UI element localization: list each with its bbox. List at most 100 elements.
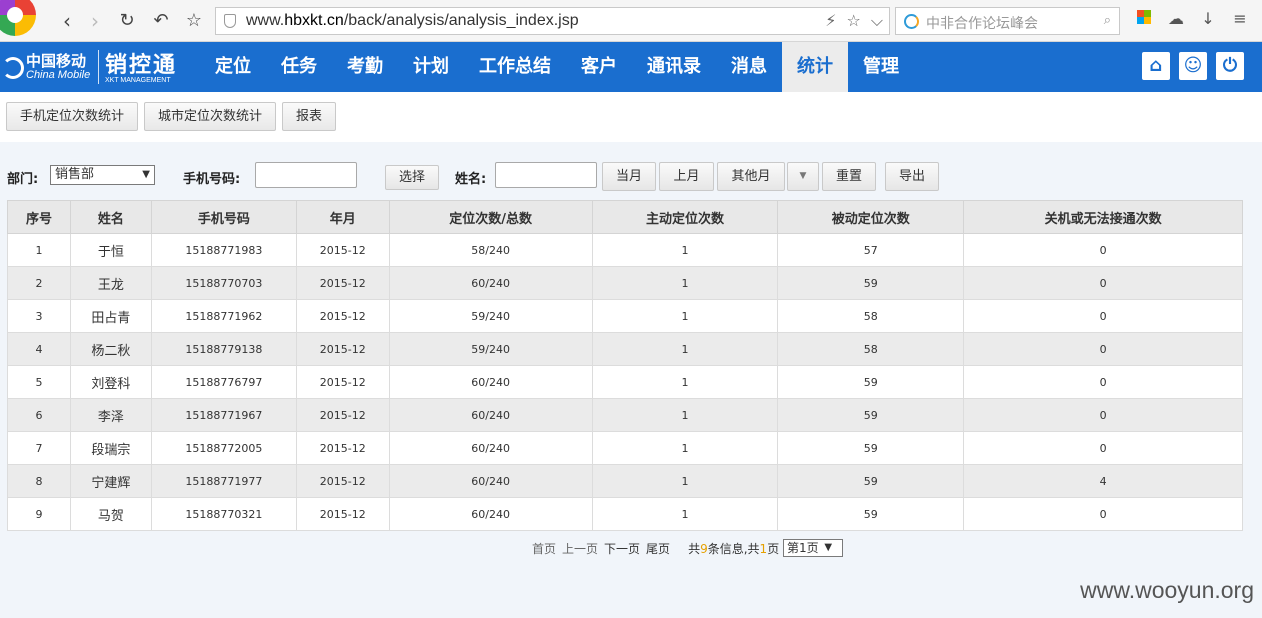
table-cell: 15188771983 — [150, 233, 297, 267]
table-cell: 59 — [777, 464, 965, 498]
table-cell: 0 — [963, 497, 1243, 531]
other-month-button[interactable]: 其他月 — [717, 162, 785, 191]
url-text[interactable]: www.hbxkt.cn/back/analysis/analysis_inde… — [246, 12, 579, 30]
stats-table: 序号 姓名 手机号码 年月 定位次数/总数 主动定位次数 被动定位次数 关机或无法接通次数 1… — [7, 200, 1243, 531]
apps-icon[interactable] — [1128, 9, 1160, 28]
table-cell: 0 — [963, 266, 1243, 300]
power-icon[interactable]: ⏻ — [1216, 52, 1244, 80]
dept-select[interactable]: 销售部 ▼ — [50, 165, 155, 185]
product-subtitle: XKT MANAGEMENT — [105, 77, 171, 84]
menu-item-work-summary[interactable]: 工作总结 — [464, 42, 566, 92]
lightning-icon[interactable]: ⚡ — [825, 11, 836, 30]
first-page-link[interactable]: 首页 — [532, 542, 556, 556]
header-actions: ⌂ ☺ ⏻ — [1133, 52, 1244, 80]
favorite-star-icon[interactable]: ☆ — [847, 11, 861, 30]
menu-item-tasks[interactable]: 任务 — [266, 42, 332, 92]
table-cell: 2015-12 — [295, 266, 390, 300]
app-header: 中国移动 China Mobile 销控通 XKT MANAGEMENT 定位 … — [0, 42, 1262, 92]
next-page-link[interactable]: 下一页 — [604, 542, 640, 556]
total-mid: 条信息,共 — [707, 542, 760, 556]
menu-item-management[interactable]: 管理 — [848, 42, 914, 92]
column-header: 手机号码 — [150, 200, 297, 234]
last-page-link[interactable]: 尾页 — [646, 542, 670, 556]
search-box[interactable]: 中非合作论坛峰会 ⌕ — [895, 7, 1120, 35]
brand-logo[interactable]: 中国移动 China Mobile 销控通 XKT MANAGEMENT — [0, 48, 195, 88]
menu-item-messages[interactable]: 消息 — [716, 42, 782, 92]
phone-label: 手机号码: — [183, 172, 241, 187]
table-cell: 李泽 — [69, 398, 152, 432]
browser-toolbar: ‹ › ↻ ↶ ☆ www.hbxkt.cn/back/analysis/ana… — [0, 0, 1262, 42]
user-icon[interactable]: ☺ — [1179, 52, 1207, 80]
dept-select-value: 销售部 — [55, 167, 95, 182]
total-count: 9 — [700, 542, 708, 556]
table-header-row: 序号 姓名 手机号码 年月 定位次数/总数 主动定位次数 被动定位次数 关机或无法接通次数 — [7, 200, 1243, 234]
table-row: 2 王龙 15188770703 2015-12 60/240 1 59 0 — [7, 266, 1243, 300]
watermark: www.wooyun.org — [1080, 577, 1254, 603]
this-month-button[interactable]: 当月 — [602, 162, 656, 191]
page-select[interactable]: 第1页 ▼ — [783, 539, 844, 557]
download-icon[interactable]: ↓ — [1192, 9, 1224, 28]
table-cell: 2015-12 — [295, 299, 390, 333]
menu-icon[interactable]: ≡ — [1224, 9, 1256, 28]
table-cell: 马贺 — [69, 497, 152, 531]
name-input[interactable] — [495, 162, 597, 188]
table-cell: 0 — [963, 365, 1243, 399]
table-cell: 7 — [7, 431, 71, 465]
bookmark-star-icon[interactable]: ☆ — [181, 8, 207, 34]
table-cell: 1 — [7, 233, 71, 267]
main-menu: 定位 任务 考勤 计划 工作总结 客户 通讯录 消息 统计 管理 — [200, 42, 914, 92]
tab-city-location-stats[interactable]: 城市定位次数统计 — [144, 102, 277, 131]
address-bar[interactable]: www.hbxkt.cn/back/analysis/analysis_inde… — [215, 7, 890, 35]
search-engine-icon — [904, 14, 919, 29]
last-month-button[interactable]: 上月 — [659, 162, 714, 191]
china-mobile-icon — [2, 57, 24, 79]
table-cell: 6 — [7, 398, 71, 432]
reload-icon[interactable]: ↻ — [114, 8, 140, 34]
home-icon[interactable]: ⌂ — [1142, 52, 1170, 80]
search-icon[interactable]: ⌕ — [1104, 13, 1111, 28]
export-button[interactable]: 导出 — [885, 162, 939, 191]
cloud-icon[interactable]: ☁ — [1160, 9, 1192, 28]
forward-icon[interactable]: › — [82, 8, 108, 34]
browser-toolbar-icons: ☁ ↓ ≡ — [1128, 9, 1256, 28]
menu-item-contacts[interactable]: 通讯录 — [632, 42, 716, 92]
pagination: 首页 上一页 下一页 尾页 共9条信息,共1页 第1页 ▼ — [532, 539, 844, 558]
select-button[interactable]: 选择 — [385, 165, 439, 190]
reset-button[interactable]: 重置 — [822, 162, 876, 191]
table-cell: 15188770321 — [150, 497, 297, 531]
table-cell: 15188776797 — [150, 365, 297, 399]
table-cell: 15188771962 — [150, 299, 297, 333]
column-header: 年月 — [295, 200, 390, 234]
back-icon[interactable]: ‹ — [54, 8, 80, 34]
menu-item-attendance[interactable]: 考勤 — [332, 42, 398, 92]
url-actions: ⚡ ☆ ⌵ — [815, 11, 883, 31]
table-cell: 15188772005 — [150, 431, 297, 465]
table-cell: 田占青 — [69, 299, 152, 333]
menu-item-statistics[interactable]: 统计 — [782, 42, 848, 92]
table-row: 6 李泽 15188771967 2015-12 60/240 1 59 0 — [7, 398, 1243, 432]
tab-phone-location-stats[interactable]: 手机定位次数统计 — [6, 102, 139, 131]
table-row: 8 宁建辉 15188771977 2015-12 60/240 1 59 4 — [7, 464, 1243, 498]
total-prefix: 共 — [688, 542, 701, 556]
month-dropdown-icon[interactable]: ▼ — [787, 162, 819, 191]
table-cell: 0 — [963, 332, 1243, 366]
filter-bar: 部门: 销售部 ▼ 手机号码: 选择 姓名: 当月 上月 其他月 ▼ 重置 导出 — [0, 162, 1262, 192]
carrier-name-cn: 中国移动 — [26, 52, 87, 70]
chevron-down-icon[interactable]: ⌵ — [871, 11, 883, 30]
prev-page-link[interactable]: 上一页 — [562, 542, 598, 556]
menu-item-plan[interactable]: 计划 — [398, 42, 464, 92]
table-cell: 59 — [777, 266, 965, 300]
menu-item-customers[interactable]: 客户 — [566, 42, 632, 92]
column-header: 姓名 — [69, 200, 152, 234]
table-cell: 0 — [963, 299, 1243, 333]
tab-report[interactable]: 报表 — [282, 102, 337, 131]
menu-item-location[interactable]: 定位 — [200, 42, 266, 92]
column-header: 序号 — [7, 200, 71, 234]
table-cell: 60/240 — [388, 398, 593, 432]
table-row: 5 刘登科 15188776797 2015-12 60/240 1 59 0 — [7, 365, 1243, 399]
undo-icon[interactable]: ↶ — [148, 8, 174, 34]
table-cell: 59 — [777, 365, 965, 399]
product-name: 销控通 — [105, 53, 178, 78]
table-cell: 1 — [591, 365, 779, 399]
phone-input[interactable] — [255, 162, 357, 188]
